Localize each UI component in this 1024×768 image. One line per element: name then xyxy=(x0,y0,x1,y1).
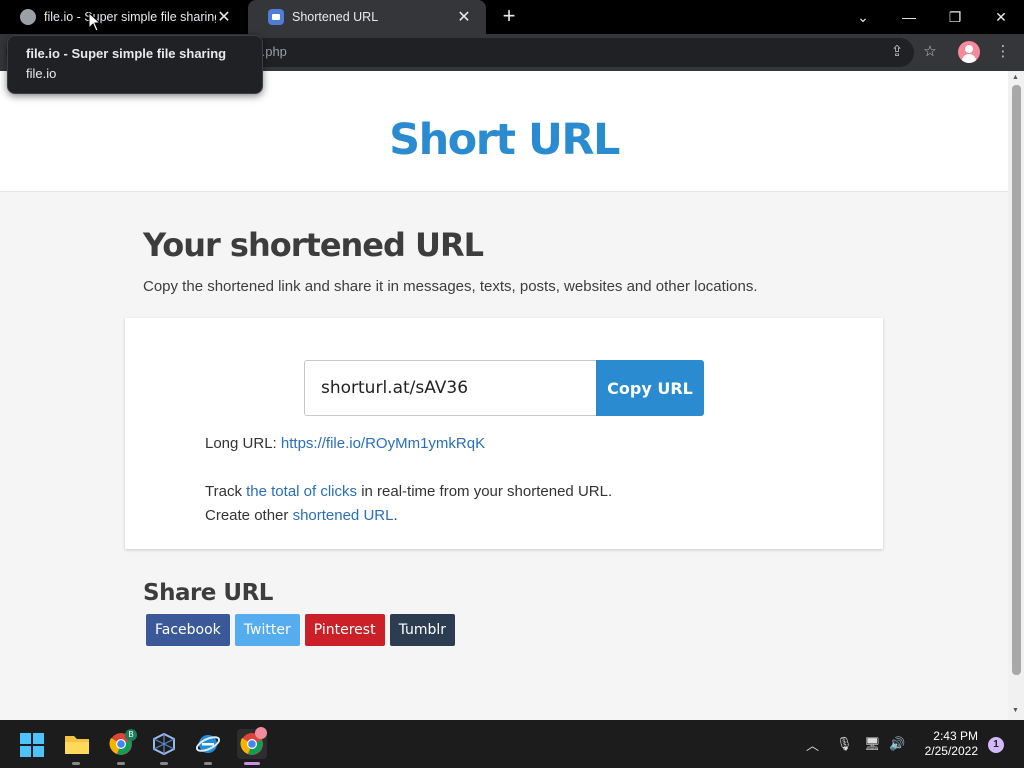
short-url-field[interactable]: shorturl.at/sAV36 xyxy=(304,360,597,416)
tab-strip: file.io - Super simple file sharing ✕ Sh… xyxy=(0,0,1024,34)
volume-icon[interactable]: 🔊 xyxy=(889,720,905,768)
profile-avatar-icon[interactable] xyxy=(958,41,980,63)
tab-search-icon[interactable]: ⌄ xyxy=(840,0,886,34)
minimize-button[interactable]: — xyxy=(886,0,932,34)
track-line: Track the total of clicks in real-time f… xyxy=(205,483,612,500)
create-line: Create other shortened URL. xyxy=(205,507,398,524)
close-icon[interactable]: ✕ xyxy=(216,7,232,27)
page-viewport: Short URL Your shortened URL Copy the sh… xyxy=(0,71,1008,720)
tab-fileio[interactable]: file.io - Super simple file sharing ✕ xyxy=(0,0,246,34)
internet-explorer-icon[interactable] xyxy=(196,732,220,756)
track-suffix: in real-time from your shortened URL. xyxy=(361,483,613,500)
mouse-cursor-icon xyxy=(88,12,102,32)
track-clicks-link[interactable]: the total of clicks xyxy=(246,483,357,500)
app-indicator xyxy=(204,762,212,765)
tab-tooltip: file.io - Super simple file sharing file… xyxy=(7,35,263,94)
file-explorer-icon[interactable] xyxy=(64,732,90,756)
tab-title: file.io - Super simple file sharing xyxy=(44,10,216,24)
tooltip-title: file.io - Super simple file sharing xyxy=(26,46,227,61)
create-short-url-link[interactable]: shortened URL xyxy=(293,507,394,524)
share-icon[interactable]: ⇪ xyxy=(886,41,908,63)
notification-badge[interactable]: 1 xyxy=(988,737,1004,753)
taskbar-clock[interactable]: 2:43 PM 2/25/2022 xyxy=(916,729,978,759)
create-suffix: . xyxy=(393,507,398,524)
message-icon xyxy=(268,9,284,25)
microphone-icon[interactable]: 🎙 xyxy=(836,720,853,768)
page-title: Your shortened URL xyxy=(143,226,484,264)
tab-title: Shortened URL xyxy=(292,10,379,24)
virtualbox-icon[interactable] xyxy=(152,732,176,756)
track-prefix: Track xyxy=(205,483,242,500)
chrome-profile-badge: B xyxy=(125,729,137,741)
network-icon[interactable]: 🖥 xyxy=(864,720,881,768)
windows-start-icon[interactable] xyxy=(20,733,44,757)
long-url-link[interactable]: https://file.io/ROyMm1ymkRqK xyxy=(281,435,485,452)
star-icon[interactable]: ☆ xyxy=(919,41,941,63)
app-indicator xyxy=(72,762,80,765)
scroll-up-icon[interactable]: ▲ xyxy=(1012,74,1019,81)
tooltip-domain: file.io xyxy=(26,66,57,81)
scrollbar-thumb[interactable] xyxy=(1012,85,1021,675)
result-card: shorturl.at/sAV36 Copy URL Long URL: htt… xyxy=(125,318,883,549)
main-content: Your shortened URL Copy the shortened li… xyxy=(125,192,883,646)
clock-time: 2:43 PM xyxy=(933,729,978,743)
new-tab-button[interactable]: + xyxy=(498,5,520,27)
scroll-down-icon[interactable]: ▼ xyxy=(1012,707,1019,714)
tab-shortened-url[interactable]: Shortened URL ✕ xyxy=(248,0,486,34)
share-heading: Share URL xyxy=(143,580,273,606)
create-prefix: Create other xyxy=(205,507,289,524)
app-indicator-active xyxy=(244,762,260,765)
globe-icon xyxy=(20,9,36,25)
page-description: Copy the shortened link and share it in … xyxy=(143,278,758,295)
copy-url-button[interactable]: Copy URL xyxy=(596,360,704,416)
close-icon[interactable]: ✕ xyxy=(456,7,472,27)
taskbar: B ︿ 🎙 🖥 🔊 2:43 PM 2/25/2022 xyxy=(0,720,1024,768)
restore-button[interactable]: ❐ xyxy=(932,0,978,34)
long-url-line: Long URL: https://file.io/ROyMm1ymkRqK xyxy=(205,435,485,452)
facebook-share-button[interactable]: Facebook xyxy=(146,614,230,646)
close-window-button[interactable]: ✕ xyxy=(978,0,1024,34)
clock-date: 2/25/2022 xyxy=(924,744,978,758)
share-buttons: Facebook Twitter Pinterest Tumblr xyxy=(146,614,883,646)
pinterest-share-button[interactable]: Pinterest xyxy=(304,614,385,646)
taskbar-chrome-active[interactable] xyxy=(237,727,267,759)
show-hidden-icons[interactable]: ︿ xyxy=(806,720,819,768)
page-scrollbar[interactable]: ▲ ▼ xyxy=(1008,71,1024,720)
profile-badge-icon xyxy=(255,727,267,739)
twitter-share-button[interactable]: Twitter xyxy=(234,614,300,646)
menu-icon[interactable]: ⋮ xyxy=(992,41,1014,63)
long-url-label: Long URL: xyxy=(205,435,277,452)
tumblr-share-button[interactable]: Tumblr xyxy=(389,614,456,646)
app-indicator xyxy=(160,762,168,765)
app-indicator xyxy=(117,762,125,765)
